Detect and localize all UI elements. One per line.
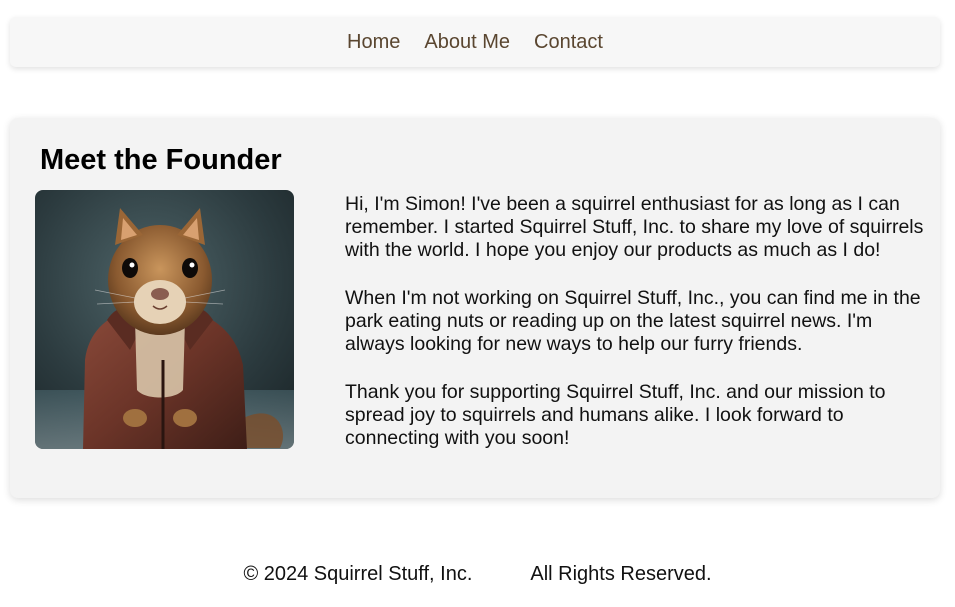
bio-paragraph: Thank you for supporting Squirrel Stuff,…	[345, 381, 886, 449]
founder-heading: Meet the Founder	[40, 144, 282, 176]
founder-card: Meet the Founder Hi, I'm Simon! I've bee…	[10, 118, 940, 498]
founder-photo	[35, 190, 294, 449]
footer-rights: All Rights Reserved.	[530, 563, 712, 585]
nav-link-home[interactable]: Home	[347, 30, 400, 54]
bio-paragraph: When I'm not working on Squirrel Stuff, …	[345, 287, 921, 355]
page-footer: © 2024 Squirrel Stuff, Inc. All Rights Re…	[0, 562, 955, 586]
bio-paragraph: Hi, I'm Simon! I've been a squirrel enth…	[345, 193, 924, 261]
footer-copyright: © 2024 Squirrel Stuff, Inc.	[243, 563, 473, 585]
founder-bio: Hi, I'm Simon! I've been a squirrel enth…	[345, 193, 925, 475]
nav-link-contact[interactable]: Contact	[534, 30, 603, 54]
top-navigation: Home About Me Contact	[10, 17, 940, 67]
nav-link-about-me[interactable]: About Me	[424, 30, 510, 54]
